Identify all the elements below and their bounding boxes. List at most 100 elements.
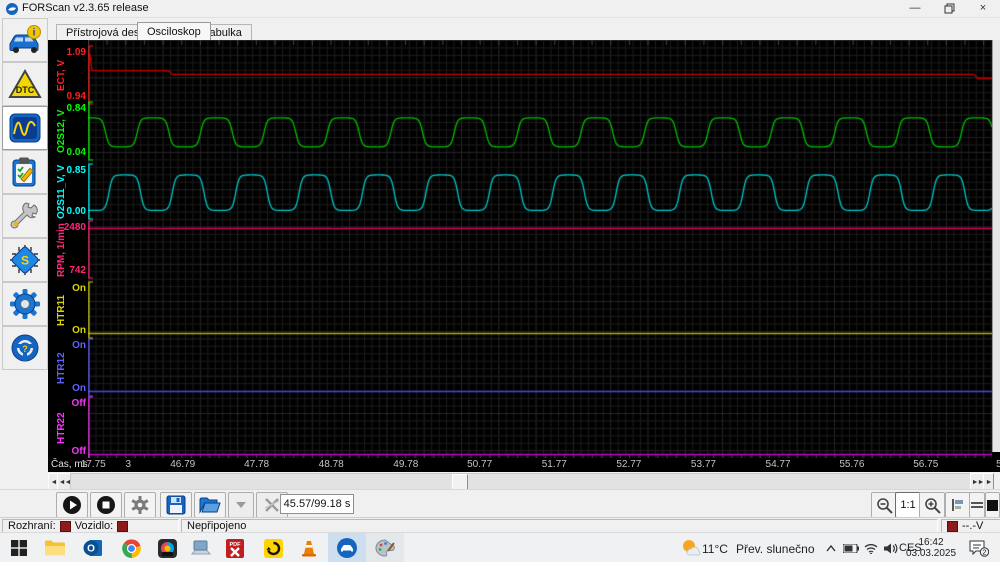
grid-lines-button[interactable] [969,492,985,518]
weather-icon[interactable] [680,537,702,559]
forscan-logo-icon [6,3,18,15]
svg-text:2: 2 [983,550,987,557]
display-mode-dropdown[interactable] [228,492,254,518]
channel-bottom-value-RPM: 742 [69,265,86,276]
channel-top-value-O2S11_V: 0.85 [66,165,86,176]
record-settings-button[interactable] [124,492,156,518]
black-square-icon [987,499,998,511]
oscilloscope-plot[interactable] [88,40,992,458]
stop-button[interactable] [90,492,122,518]
save-button[interactable] [160,492,192,518]
time-axis-row: Čas, ms 17.75 3 46.79 47.78 48.78 49.78 50.77 5… [48,458,1000,472]
tray-network[interactable] [860,537,882,559]
zoom-out-button[interactable] [871,492,897,518]
zoom-in-button[interactable] [919,492,945,518]
battery-icon [843,543,859,553]
tray-battery[interactable] [840,537,862,559]
window-title: FORScan v2.3.65 release [22,2,149,14]
time-tick-9: 53.77 [690,459,716,470]
weather-desc[interactable]: Přev. slunečno [736,542,815,556]
taskbar-outlook[interactable]: O [82,537,104,559]
time-tick-4: 48.78 [318,459,344,470]
sidebar-item-about[interactable]: ? [2,326,48,370]
minimize-button[interactable]: — [898,0,932,16]
time-tick-11: 55.76 [839,459,865,470]
channel-name-O2S12: O2S12, V [56,109,67,153]
connection-state-panel: Nepřipojeno [181,519,938,533]
chevron-down-icon [236,502,246,508]
svg-text:PDF: PDF [230,542,242,548]
sidebar: i DTC S ? [0,17,48,517]
channel-bottom-value-HTR12: On [72,383,86,394]
sidebar-item-service[interactable] [2,194,48,238]
taskbar-pdf[interactable]: PDF [224,537,246,559]
car-info-icon: i [9,25,41,53]
tray-expand-chevron[interactable] [820,537,842,559]
sidebar-item-oscilloscope[interactable] [2,106,48,150]
windows-logo-icon [11,540,27,556]
gear-icon [10,289,40,319]
tray-clock[interactable]: 16:42 03.03.2025 [903,537,959,561]
sidebar-item-dtc[interactable]: DTC [2,62,48,106]
play-button[interactable] [56,492,88,518]
horizontal-scrollbar: ◄ ◄◄ ►► ► [48,473,994,491]
time-position-field[interactable]: 45.57/99.18 s [280,494,354,514]
channel-bottom-value-O2S11_V: 0.00 [66,206,86,217]
taskbar-chrome[interactable] [120,537,142,559]
markers-button[interactable] [945,492,971,518]
sidebar-item-tests[interactable] [2,150,48,194]
tests-clipboard-icon [12,157,36,187]
channel-top-value-HTR22: Off [71,398,86,409]
scope-toolbar: 45.57/99.18 s 1:1 [0,489,1000,518]
start-button[interactable] [8,537,30,559]
scale-1to1-button[interactable]: 1:1 [895,492,921,518]
open-button[interactable] [194,492,226,518]
svg-text:DTC: DTC [16,85,35,95]
tab-oscilloscope[interactable]: Osciloskop [137,22,211,40]
time-tick-1: 3 [125,459,132,470]
paint-palette-icon [375,539,395,557]
vehicle-label: Vozidlo: [74,520,114,532]
channel-top-value-ECT: 1.09 [66,47,86,58]
steering-help-icon: ? [11,334,39,362]
channel-name-O2S11_V: O2S11_V, V [56,164,67,219]
vehicle-led [117,520,129,532]
time-tick-12: 56.75 [913,459,939,470]
taskbar-explorer[interactable] [44,537,66,559]
vlc-cone-icon [302,541,316,557]
connection-status-panel: Rozhraní: Vozidlo: [2,519,179,533]
taskbar-vlc[interactable] [298,537,320,559]
channel-bottom-value-ECT: 0.94 [66,91,86,102]
channel-bottom-value-HTR11: On [72,325,86,336]
weather-temp[interactable]: 11°C [702,542,728,556]
channel-top-value-HTR11: On [72,283,86,294]
taskbar-m365[interactable] [156,537,178,559]
connection-state: Nepřipojeno [187,520,247,532]
channel-bottom-value-HTR22: Off [71,446,86,457]
tray-notifications[interactable]: 2 [968,537,990,559]
sidebar-item-programming[interactable]: S [2,238,48,282]
svg-text:?: ? [22,344,28,354]
time-tick-3: 47.78 [244,459,270,470]
taskbar-sync-tool[interactable] [262,537,284,559]
forscan-window: FORScan v2.3.65 release — × Přístrojová … [0,0,1000,562]
dtc-triangle-icon: DTC [8,68,42,98]
taskbar-forscan[interactable] [336,537,358,559]
speaker-icon [884,543,898,553]
laptop-icon [191,540,211,555]
sidebar-item-vehicle-info[interactable]: i [2,18,48,62]
sidebar-item-configuration[interactable] [2,282,48,326]
close-button[interactable]: × [966,0,1000,16]
small-gear-icon [131,496,149,514]
battery-led [947,520,958,532]
taskbar-remote-pc[interactable] [190,537,212,559]
background-color-button[interactable] [985,492,1000,518]
stop-icon [97,496,115,514]
restore-button[interactable] [932,0,966,16]
taskbar-paint[interactable] [374,537,396,559]
battery-voltage: --.-V [962,520,984,532]
channel-labels-column: ECT, V 1.09 0.94 O2S12, V 0.84 0.04 O2S11_V, V… [48,40,88,458]
tray-date: 03.03.2025 [905,548,957,559]
time-tick-0: 17.75 [80,459,106,470]
scrollbar-thumb[interactable] [452,474,468,490]
